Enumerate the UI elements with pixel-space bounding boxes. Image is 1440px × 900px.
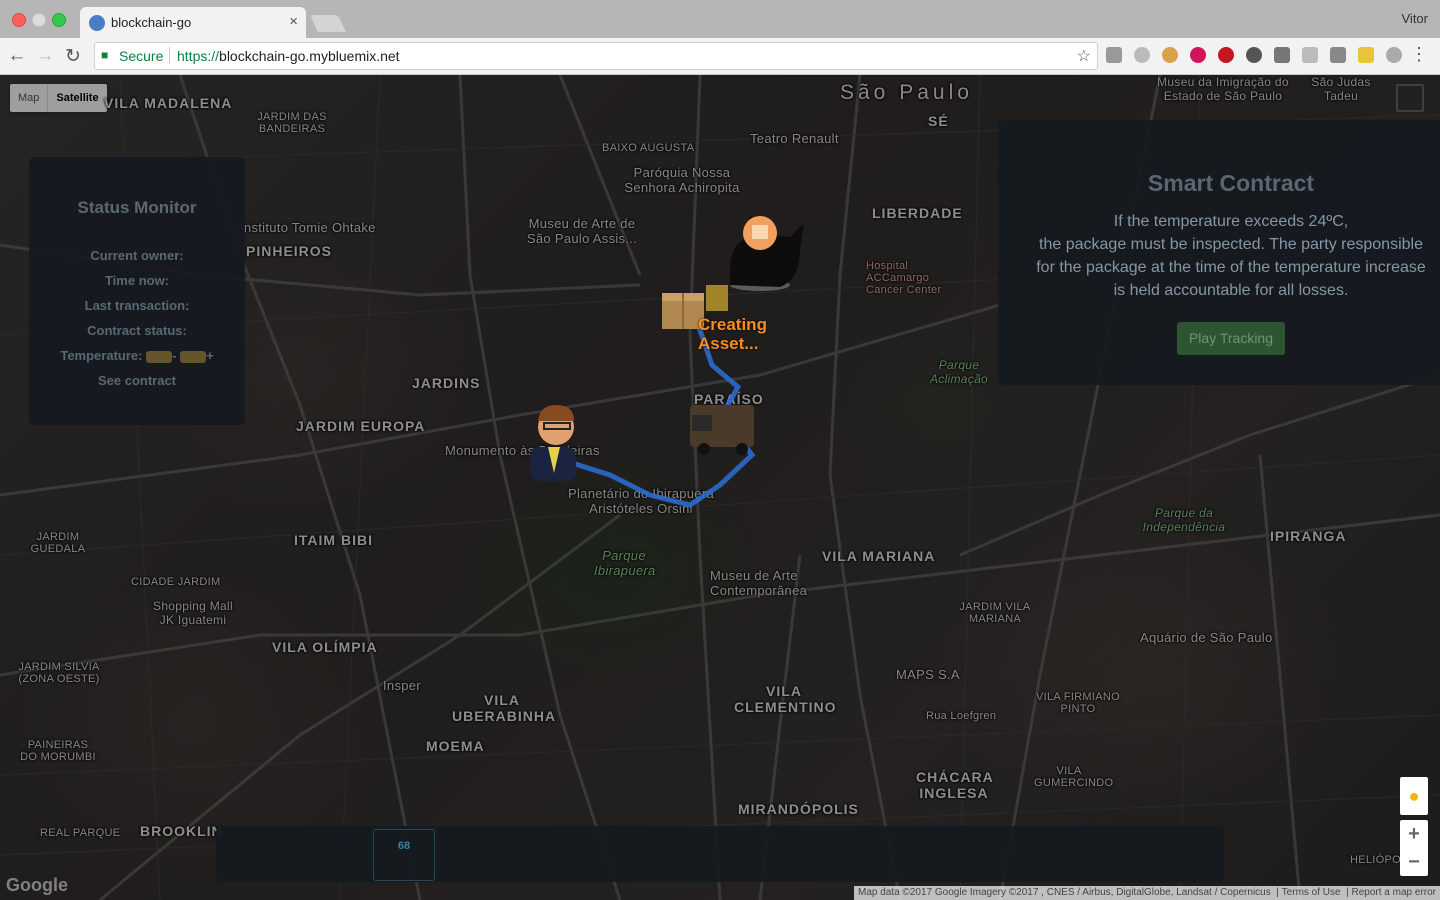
screen-extension-icon[interactable]: [1274, 47, 1290, 63]
temperature-timeline-panel: 68: [216, 826, 1224, 882]
temperature-label: Temperature:: [60, 348, 143, 363]
tab-close-icon[interactable]: ×: [289, 13, 298, 30]
time-now-label: Time now:: [104, 273, 170, 288]
cast-extension-icon[interactable]: [1106, 47, 1122, 63]
reload-icon[interactable]: ↻: [62, 45, 84, 68]
attribution-text: Map data ©2017 Google Imagery ©2017 , CN…: [857, 887, 1271, 898]
temperature-plus-label: +: [206, 348, 214, 363]
last-transaction-label: Last transaction:: [84, 298, 190, 313]
temperature-minus-label: -: [172, 348, 177, 363]
divider: [169, 47, 170, 64]
cookie-extension-icon[interactable]: [1162, 47, 1178, 63]
address-bar[interactable]: ■ Secure https://blockchain-go.mybluemix…: [94, 42, 1098, 70]
cat-marker[interactable]: [729, 215, 804, 291]
profile-name[interactable]: Vitor: [1402, 11, 1429, 26]
secure-label: Secure: [119, 48, 164, 64]
contract-line: If the temperature exceeds 24ºC,: [1113, 213, 1349, 230]
minimize-window-button[interactable]: [32, 13, 46, 27]
lock-icon: ■: [101, 48, 109, 62]
temperature-reading-box[interactable]: 68: [373, 829, 435, 881]
temperature-decrease-button[interactable]: [146, 350, 173, 363]
play-tracking-button[interactable]: Play Tracking: [1177, 322, 1285, 355]
smart-contract-title: Smart Contract: [1147, 170, 1315, 196]
zoom-out-button[interactable]: −: [1400, 848, 1428, 876]
current-owner-label: Current owner:: [90, 248, 184, 263]
status-monitor-title: Status Monitor: [77, 198, 197, 217]
new-tab-button[interactable]: [310, 15, 346, 32]
pin-extension-icon[interactable]: [1134, 47, 1150, 63]
report-error-link[interactable]: Report a map error: [1352, 887, 1436, 898]
status-monitor-panel: Status Monitor Current owner: Time now: …: [29, 157, 245, 425]
bookmark-star-icon[interactable]: ☆: [1077, 46, 1091, 66]
back-arrow-icon[interactable]: ←: [6, 45, 28, 67]
globe-icon: [89, 15, 105, 31]
vim-extension-icon[interactable]: [1330, 47, 1346, 63]
owner-person-marker[interactable]: [530, 405, 576, 481]
marker-status-text: Creating Asset...: [698, 315, 767, 353]
contract-line: the package must be inspected. The party…: [1039, 236, 1423, 253]
url-scheme: https://: [177, 48, 220, 64]
maximize-window-button[interactable]: [52, 13, 66, 27]
window-extension-icon[interactable]: [1302, 47, 1318, 63]
url-text[interactable]: https://blockchain-go.mybluemix.net: [177, 48, 400, 64]
puzzle-extension-icon[interactable]: [1386, 47, 1402, 63]
adblock-extension-icon[interactable]: [1218, 47, 1234, 63]
evernote-extension-icon[interactable]: [1246, 47, 1262, 63]
temperature-row: Temperature: - +: [29, 348, 245, 363]
truck-marker[interactable]: [690, 405, 754, 455]
y-extension-icon[interactable]: [1190, 47, 1206, 63]
zoom-control: + −: [1400, 820, 1428, 876]
browser-toolbar: ← → ↻ ■ Secure https://blockchain-go.myb…: [0, 38, 1440, 75]
contract-line: for the package at the time of the tempe…: [1036, 259, 1426, 276]
marker-status-line: Asset...: [698, 334, 759, 353]
terms-link[interactable]: Terms of Use: [1282, 887, 1341, 898]
tab-title: blockchain-go: [111, 15, 192, 30]
menu-dots-icon[interactable]: ⋮: [1410, 44, 1428, 65]
zoom-in-button[interactable]: +: [1400, 820, 1428, 848]
marker-status-line: Creating: [698, 315, 767, 334]
map-canvas[interactable]: Map Satellite São Paulo SÉ VILA MADALENA…: [0, 75, 1440, 900]
smart-contract-text: If the temperature exceeds 24ºC, the pac…: [998, 210, 1440, 302]
temperature-increase-button[interactable]: [180, 350, 207, 363]
google-logo: Google: [6, 875, 68, 895]
map-attribution: Map data ©2017 Google Imagery ©2017 , CN…: [853, 886, 1440, 900]
close-window-button[interactable]: [12, 13, 26, 27]
smart-contract-panel: Smart Contract If the temperature exceed…: [998, 120, 1440, 385]
see-contract-link[interactable]: See contract: [29, 373, 245, 388]
browser-tab[interactable]: blockchain-go ×: [80, 7, 306, 38]
temperature-reading-value: 68: [397, 840, 411, 852]
pencil-extension-icon[interactable]: [1358, 47, 1374, 63]
url-host: blockchain-go.mybluemix.net: [219, 48, 400, 64]
street-view-pegman-icon[interactable]: ●: [1400, 777, 1428, 815]
browser-tabstrip: blockchain-go × Vitor: [0, 0, 1440, 38]
contract-line: is held accountable for all losses.: [1113, 282, 1349, 299]
contract-status-label: Contract status:: [87, 323, 187, 338]
forward-arrow-icon[interactable]: →: [34, 45, 56, 67]
